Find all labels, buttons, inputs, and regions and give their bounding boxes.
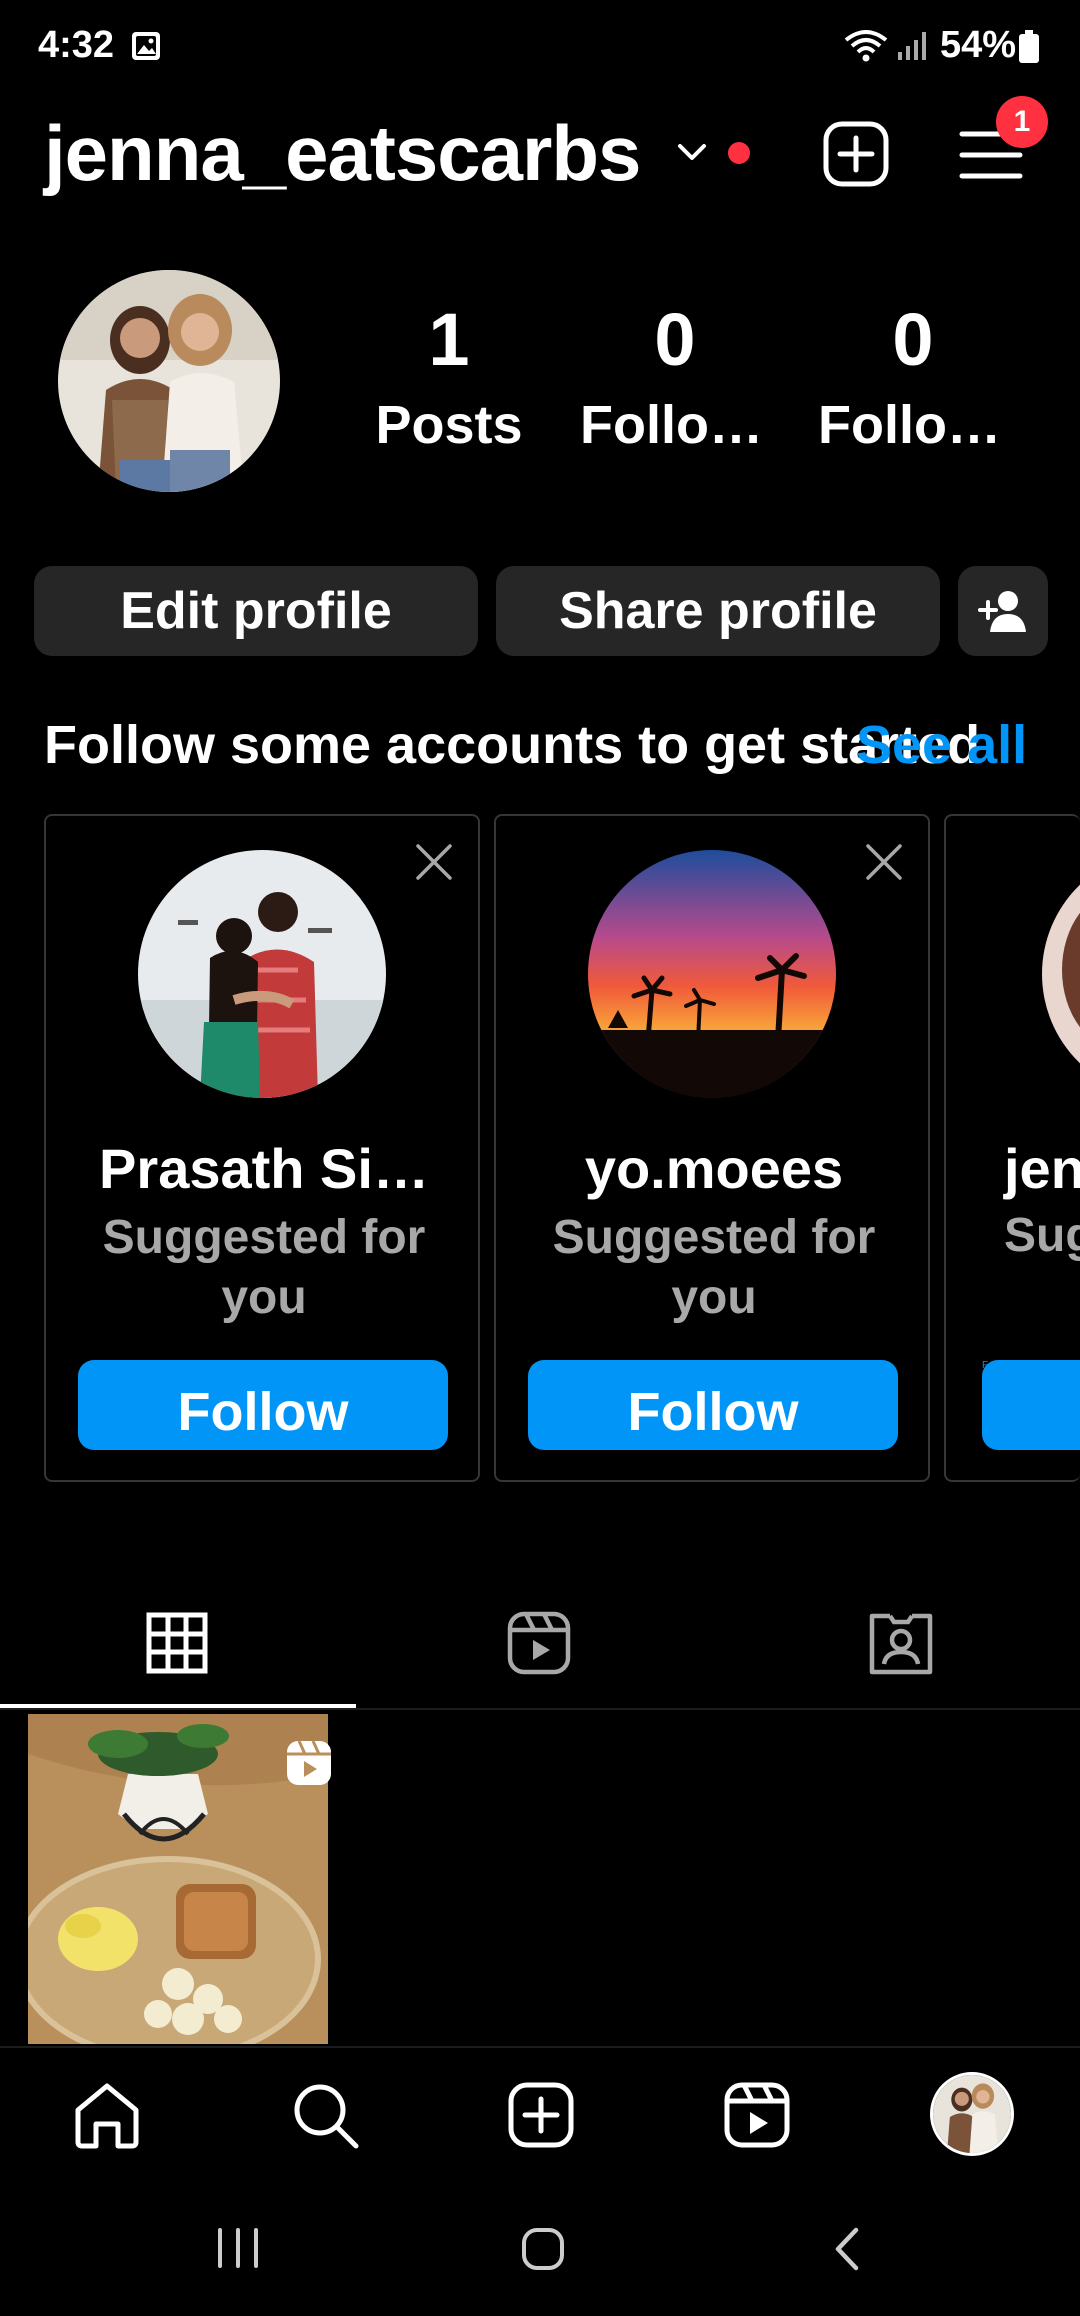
recent-apps-icon[interactable] (214, 2226, 262, 2270)
back-icon[interactable] (828, 2224, 864, 2274)
chevron-down-icon[interactable] (676, 140, 708, 164)
followers-stat[interactable]: 0 Followers (580, 300, 770, 456)
suggestions-title: Follow some accounts to get started (44, 715, 981, 775)
follow-button[interactable]: Follow (528, 1360, 898, 1450)
status-time: 4:32 (38, 24, 115, 66)
suggestion-card[interactable]: Prasath Si… Suggested for you Follow (44, 814, 480, 1482)
edit-profile-button[interactable]: Edit profile (34, 566, 478, 656)
battery-percent: 54% (940, 24, 1017, 66)
active-tab-indicator (0, 1704, 356, 1708)
signal-icon (898, 32, 926, 60)
posts-label: Posts (375, 395, 523, 455)
add-person-icon (978, 591, 1026, 632)
close-icon[interactable] (414, 842, 454, 882)
wifi-icon (844, 30, 888, 62)
suggestion-subtitle: Suggested for you (102, 1211, 426, 1324)
battery-icon (1019, 30, 1039, 63)
suggestion-subtitle: Suggested for you (552, 1211, 876, 1324)
suggestion-name[interactable]: jen (1004, 1136, 1080, 1201)
suggestion-subtitle: Sug (1004, 1209, 1080, 1262)
reels-icon[interactable] (722, 2080, 792, 2150)
suggestion-name[interactable]: Prasath Si… (46, 1136, 482, 1201)
suggestion-avatar[interactable] (138, 850, 386, 1098)
follow-button[interactable]: Follow (78, 1360, 448, 1450)
home-icon[interactable] (72, 2080, 142, 2150)
suggestion-card[interactable]: yo.moees Suggested for you Follow (494, 814, 930, 1482)
post-thumbnail[interactable] (28, 1714, 328, 2044)
suggestion-name[interactable]: yo.moees (496, 1136, 932, 1201)
tab-divider (0, 1708, 1080, 1710)
posts-count: 1 (428, 298, 470, 381)
home-button-icon[interactable] (520, 2226, 566, 2272)
suggestion-avatar[interactable] (588, 850, 836, 1098)
image-notification-icon (132, 32, 160, 60)
followers-count: 0 (654, 298, 696, 381)
status-bar: 4:32 54% (0, 0, 1080, 90)
followers-label: Followers (580, 395, 770, 455)
profile-avatar[interactable] (58, 270, 280, 492)
suggestion-avatar[interactable] (1042, 850, 1080, 1098)
reels-tab-icon[interactable] (506, 1610, 572, 1676)
see-all-link[interactable]: See all (856, 714, 1027, 776)
create-icon[interactable] (506, 2080, 576, 2150)
menu-notification-badge: 1 (996, 96, 1048, 148)
account-username[interactable]: jenna_eatscarbs (44, 108, 641, 199)
reel-indicator-icon (287, 1740, 331, 1785)
following-label: Following (818, 395, 1008, 455)
account-notification-dot (728, 142, 750, 164)
create-post-icon[interactable] (822, 120, 890, 188)
grid-icon[interactable] (144, 1610, 210, 1676)
close-icon[interactable] (864, 842, 904, 882)
suggestion-card[interactable]: jen Sug Follow (944, 814, 1080, 1482)
discover-people-button[interactable] (958, 566, 1048, 656)
profile-nav-avatar[interactable] (930, 2072, 1014, 2156)
follow-button[interactable]: Follow (982, 1360, 1080, 1450)
search-icon[interactable] (290, 2080, 360, 2150)
posts-stat[interactable]: 1 Posts (354, 300, 544, 456)
share-profile-button[interactable]: Share profile (496, 566, 940, 656)
following-count: 0 (892, 298, 934, 381)
following-stat[interactable]: 0 Following (818, 300, 1008, 456)
tagged-icon[interactable] (868, 1610, 934, 1676)
